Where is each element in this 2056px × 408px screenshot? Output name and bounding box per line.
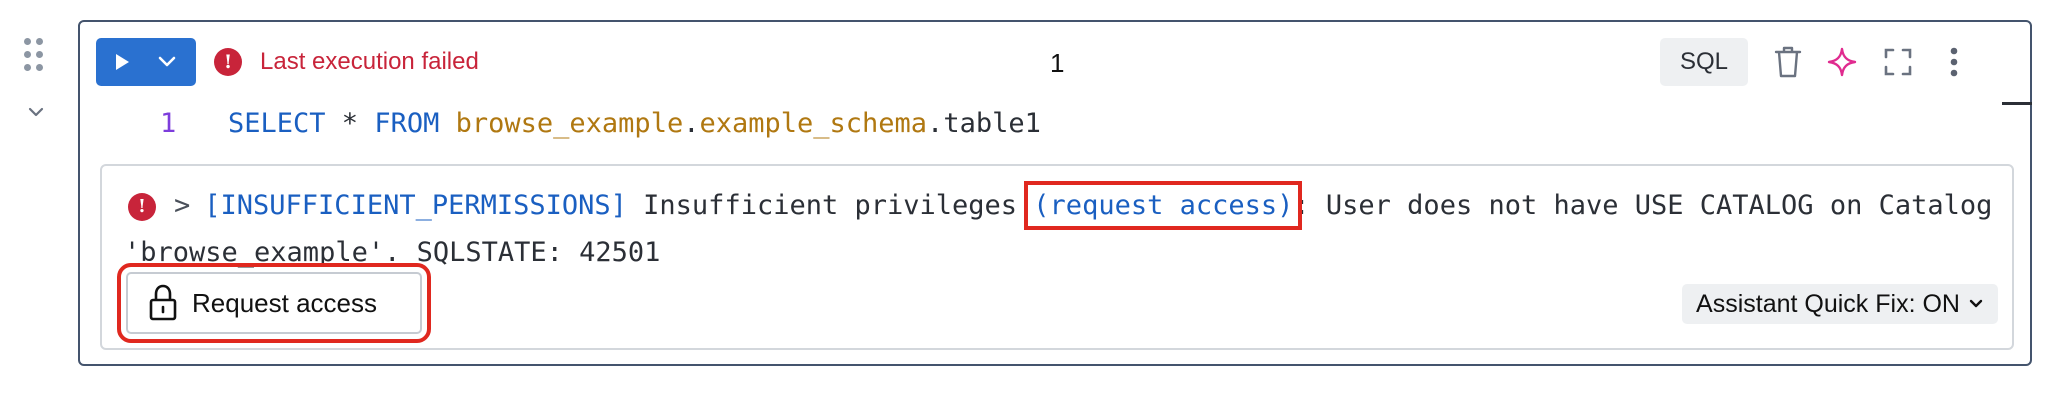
expand-chevron-icon[interactable]: > bbox=[174, 182, 190, 229]
chevron-down-icon bbox=[1969, 299, 1983, 308]
collapse-chevron-icon[interactable] bbox=[24, 100, 48, 124]
catalog-identifier: browse_example bbox=[455, 108, 684, 139]
star-token: * bbox=[325, 108, 375, 139]
cell-number: 1 bbox=[1050, 48, 1065, 78]
chevron-down-icon[interactable] bbox=[156, 54, 178, 70]
more-vertical-icon[interactable] bbox=[1936, 44, 1972, 80]
error-message-pre: Insufficient privileges bbox=[626, 190, 1034, 221]
dot-token: . bbox=[927, 108, 944, 139]
dot-token: . bbox=[683, 108, 700, 139]
error-message: ! > [INSUFFICIENT_PERMISSIONS] Insufficien… bbox=[124, 181, 2004, 276]
notebook-cell: ! Last execution failed 1 SQL 1 SELECT * … bbox=[78, 20, 2032, 366]
quick-fix-label: Assistant Quick Fix: ON bbox=[1696, 289, 1960, 318]
cell-output: ! > [INSUFFICIENT_PERMISSIONS] Insufficien… bbox=[100, 164, 2014, 350]
fullscreen-icon[interactable] bbox=[1880, 44, 1916, 80]
assistant-quick-fix-toggle[interactable]: Assistant Quick Fix: ON bbox=[1682, 284, 1998, 324]
keyword-select: SELECT bbox=[228, 108, 326, 139]
language-selector[interactable]: SQL bbox=[1660, 38, 1748, 86]
cell-gutter bbox=[0, 0, 74, 408]
status-text: Last execution failed bbox=[260, 48, 479, 75]
run-cell-button[interactable] bbox=[96, 38, 196, 86]
drag-handle-icon[interactable] bbox=[24, 38, 48, 72]
request-access-label: Request access bbox=[192, 287, 377, 318]
request-access-button[interactable]: Request access bbox=[117, 263, 431, 343]
request-access-link[interactable]: (request access) bbox=[1024, 181, 1303, 230]
keyword-from: FROM bbox=[374, 108, 440, 139]
error-code: [INSUFFICIENT_PERMISSIONS] bbox=[204, 190, 627, 221]
lock-icon bbox=[149, 284, 177, 321]
execution-status: ! Last execution failed bbox=[214, 44, 479, 80]
sparkle-icon[interactable] bbox=[1824, 44, 1860, 80]
trash-icon[interactable] bbox=[1770, 44, 1806, 80]
schema-identifier: example_schema bbox=[699, 108, 928, 139]
scrollbar-marker bbox=[2002, 102, 2032, 105]
code-line[interactable]: 1 SELECT * FROM browse_example.example_sc… bbox=[160, 108, 1041, 139]
error-icon: ! bbox=[128, 192, 156, 221]
error-icon: ! bbox=[214, 48, 242, 76]
table-identifier: table1 bbox=[943, 108, 1041, 139]
line-number: 1 bbox=[160, 108, 177, 139]
play-icon bbox=[116, 54, 129, 70]
